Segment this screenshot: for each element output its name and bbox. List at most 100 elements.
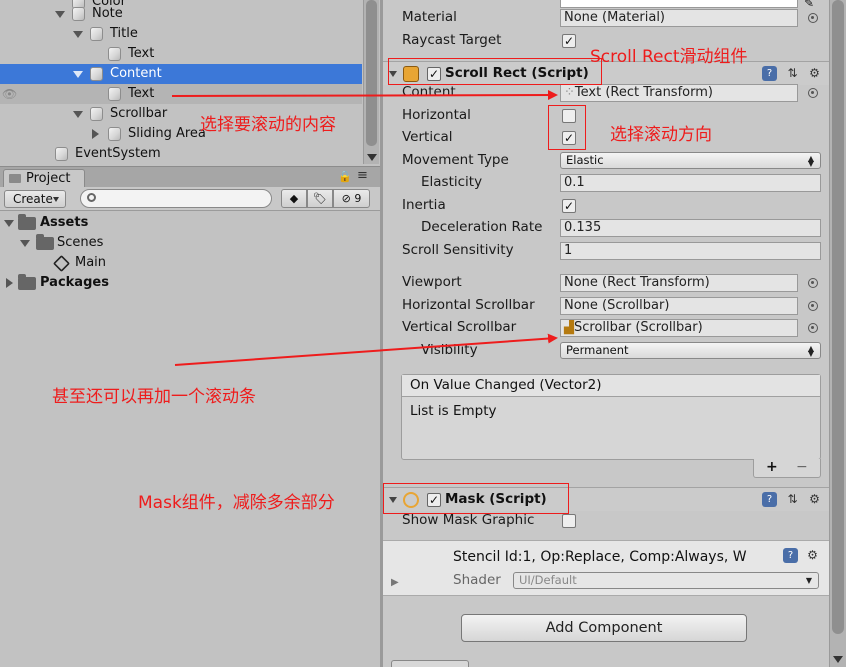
bottom-tab[interactable] xyxy=(391,660,469,667)
scrollbar-thumb[interactable] xyxy=(366,0,377,146)
project-tab-bar: Project 🔒 ≡ xyxy=(0,166,380,188)
shapes-icon: ◆ xyxy=(289,192,299,205)
tree-item-assets[interactable]: Assets xyxy=(0,213,200,233)
hierarchy-item-title-text[interactable]: Text xyxy=(0,44,362,64)
gameobject-icon xyxy=(108,127,121,141)
stencil-info: Stencil Id:1, Op:Replace, Comp:Always, W xyxy=(453,549,747,565)
menu-icon[interactable]: ≡ xyxy=(357,168,368,183)
object-picker-icon[interactable] xyxy=(808,88,818,98)
movement-type-label: Movement Type xyxy=(402,152,509,168)
expand-arrow-icon[interactable] xyxy=(55,11,65,18)
scroll-rect-highlight-box xyxy=(388,58,602,85)
presets-icon[interactable]: ⇅ xyxy=(785,492,800,507)
gear-icon[interactable]: ⚙ xyxy=(807,492,822,507)
tab-project[interactable]: Project xyxy=(3,169,85,188)
material-preview-block: Stencil Id:1, Op:Replace, Comp:Always, W… xyxy=(383,540,829,596)
collapse-arrow-icon[interactable] xyxy=(92,129,99,139)
search-by-label-button[interactable]: 🏷 xyxy=(307,189,333,208)
vertical-scrollbar-field[interactable]: ▟Scrollbar (Scrollbar) xyxy=(560,319,798,337)
gameobject-icon xyxy=(108,87,121,101)
gameobject-icon xyxy=(90,67,103,81)
annotation-scroll-rect: Scroll Rect滑动组件 xyxy=(590,47,748,67)
scrollbar-thumb[interactable] xyxy=(832,0,844,634)
foldout-right-arrow-icon[interactable]: ▶ xyxy=(391,577,399,588)
horizontal-scrollbar-field[interactable]: None (Scrollbar) xyxy=(560,297,798,315)
content-label: Content xyxy=(402,84,456,100)
scrollbar-icon: ▟ xyxy=(564,320,574,335)
visibility-eye-icon[interactable]: 👁 xyxy=(2,84,17,104)
content-field[interactable]: ⁘Text (Rect Transform) xyxy=(560,84,798,102)
add-component-button[interactable]: Add Component xyxy=(461,614,747,642)
inspector-scrollbar[interactable] xyxy=(829,0,846,667)
deceleration-rate-label: Deceleration Rate xyxy=(421,219,543,235)
project-tree: Assets Scenes Main Packages xyxy=(0,212,380,667)
deceleration-rate-field[interactable]: 0.135 xyxy=(560,219,821,237)
collapse-arrow-icon[interactable] xyxy=(6,278,13,288)
expand-arrow-icon[interactable] xyxy=(73,31,83,38)
search-input[interactable] xyxy=(80,189,272,208)
tree-item-main[interactable]: Main xyxy=(0,253,200,273)
folder-icon xyxy=(18,274,36,290)
vertical-scrollbar-label: Vertical Scrollbar xyxy=(402,319,517,335)
gear-icon[interactable]: ⚙ xyxy=(807,66,822,81)
scroll-down-arrow-icon[interactable] xyxy=(833,656,843,663)
visibility-label: Visibility xyxy=(421,342,478,358)
hidden-packages-button[interactable]: ⊘ 9 xyxy=(333,189,370,208)
vertical-label: Vertical xyxy=(402,129,453,145)
object-picker-icon[interactable] xyxy=(808,13,818,23)
hierarchy-panel: Color Note Title Text Content 👁 Text Scr… xyxy=(0,0,380,164)
object-picker-icon[interactable] xyxy=(808,323,818,333)
hierarchy-item-content-text[interactable]: 👁 Text xyxy=(0,84,362,104)
add-listener-button[interactable]: + xyxy=(766,459,778,476)
search-by-type-button[interactable]: ◆ xyxy=(281,189,307,208)
eyedropper-icon[interactable]: ✎ xyxy=(804,0,814,10)
expand-arrow-icon[interactable] xyxy=(20,240,30,247)
help-icon[interactable]: ? xyxy=(762,492,777,507)
object-picker-icon[interactable] xyxy=(808,301,818,311)
hierarchy-item-title[interactable]: Title xyxy=(0,24,362,44)
visibility-dropdown[interactable]: Permanent ▲ ▼ xyxy=(560,342,821,359)
hierarchy-item-content[interactable]: Content xyxy=(0,64,362,84)
gameobject-icon xyxy=(90,27,103,41)
expand-arrow-icon[interactable] xyxy=(4,220,14,227)
hierarchy-scrollbar[interactable] xyxy=(363,0,379,164)
object-picker-icon[interactable] xyxy=(808,278,818,288)
lock-icon[interactable]: 🔒 xyxy=(338,170,352,183)
movement-type-dropdown[interactable]: Elastic ▲ ▼ xyxy=(560,152,821,169)
material-label: Material xyxy=(402,9,457,25)
elasticity-field[interactable]: 0.1 xyxy=(560,174,821,192)
tree-item-scenes[interactable]: Scenes xyxy=(0,233,200,253)
raycast-target-checkbox[interactable]: ✓ xyxy=(562,34,576,48)
create-dropdown[interactable]: Create xyxy=(4,190,66,208)
remove-listener-button[interactable]: − xyxy=(796,459,808,476)
presets-icon[interactable]: ⇅ xyxy=(785,66,800,81)
rect-transform-icon: ⁘ xyxy=(564,85,575,100)
help-icon[interactable]: ? xyxy=(762,66,777,81)
horizontal-label: Horizontal xyxy=(402,107,471,123)
scroll-down-arrow-icon[interactable] xyxy=(367,154,377,161)
show-mask-graphic-checkbox[interactable] xyxy=(562,514,576,528)
inertia-checkbox[interactable]: ✓ xyxy=(562,199,576,213)
tree-item-packages[interactable]: Packages xyxy=(0,273,200,293)
help-icon[interactable]: ? xyxy=(783,548,798,563)
material-field[interactable]: None (Material) xyxy=(560,9,798,27)
event-title: On Value Changed (Vector2) xyxy=(402,375,820,397)
shader-label: Shader xyxy=(453,572,501,588)
hierarchy-item-note[interactable]: Note xyxy=(0,4,362,24)
event-list-empty: List is Empty xyxy=(410,403,497,419)
expand-arrow-icon[interactable] xyxy=(73,111,83,118)
scroll-sensitivity-field[interactable]: 1 xyxy=(560,242,821,260)
expand-arrow-icon[interactable] xyxy=(73,71,83,78)
gameobject-icon xyxy=(55,147,68,161)
updown-arrow-icon: ▲ ▼ xyxy=(807,344,814,358)
viewport-field[interactable]: None (Rect Transform) xyxy=(560,274,798,292)
gear-icon[interactable]: ⚙ xyxy=(805,548,820,563)
horizontal-scrollbar-label: Horizontal Scrollbar xyxy=(402,297,535,313)
shader-dropdown[interactable]: UI/Default ▼ xyxy=(513,572,819,589)
inertia-label: Inertia xyxy=(402,197,446,213)
color-field[interactable] xyxy=(560,0,798,8)
on-value-changed-event: On Value Changed (Vector2) List is Empty xyxy=(401,374,821,460)
hierarchy-item-eventsystem[interactable]: EventSystem xyxy=(0,144,362,164)
annotation-content: 选择要滚动的内容 xyxy=(200,115,336,135)
annotation-mask: Mask组件，减除多余部分 xyxy=(138,493,335,513)
